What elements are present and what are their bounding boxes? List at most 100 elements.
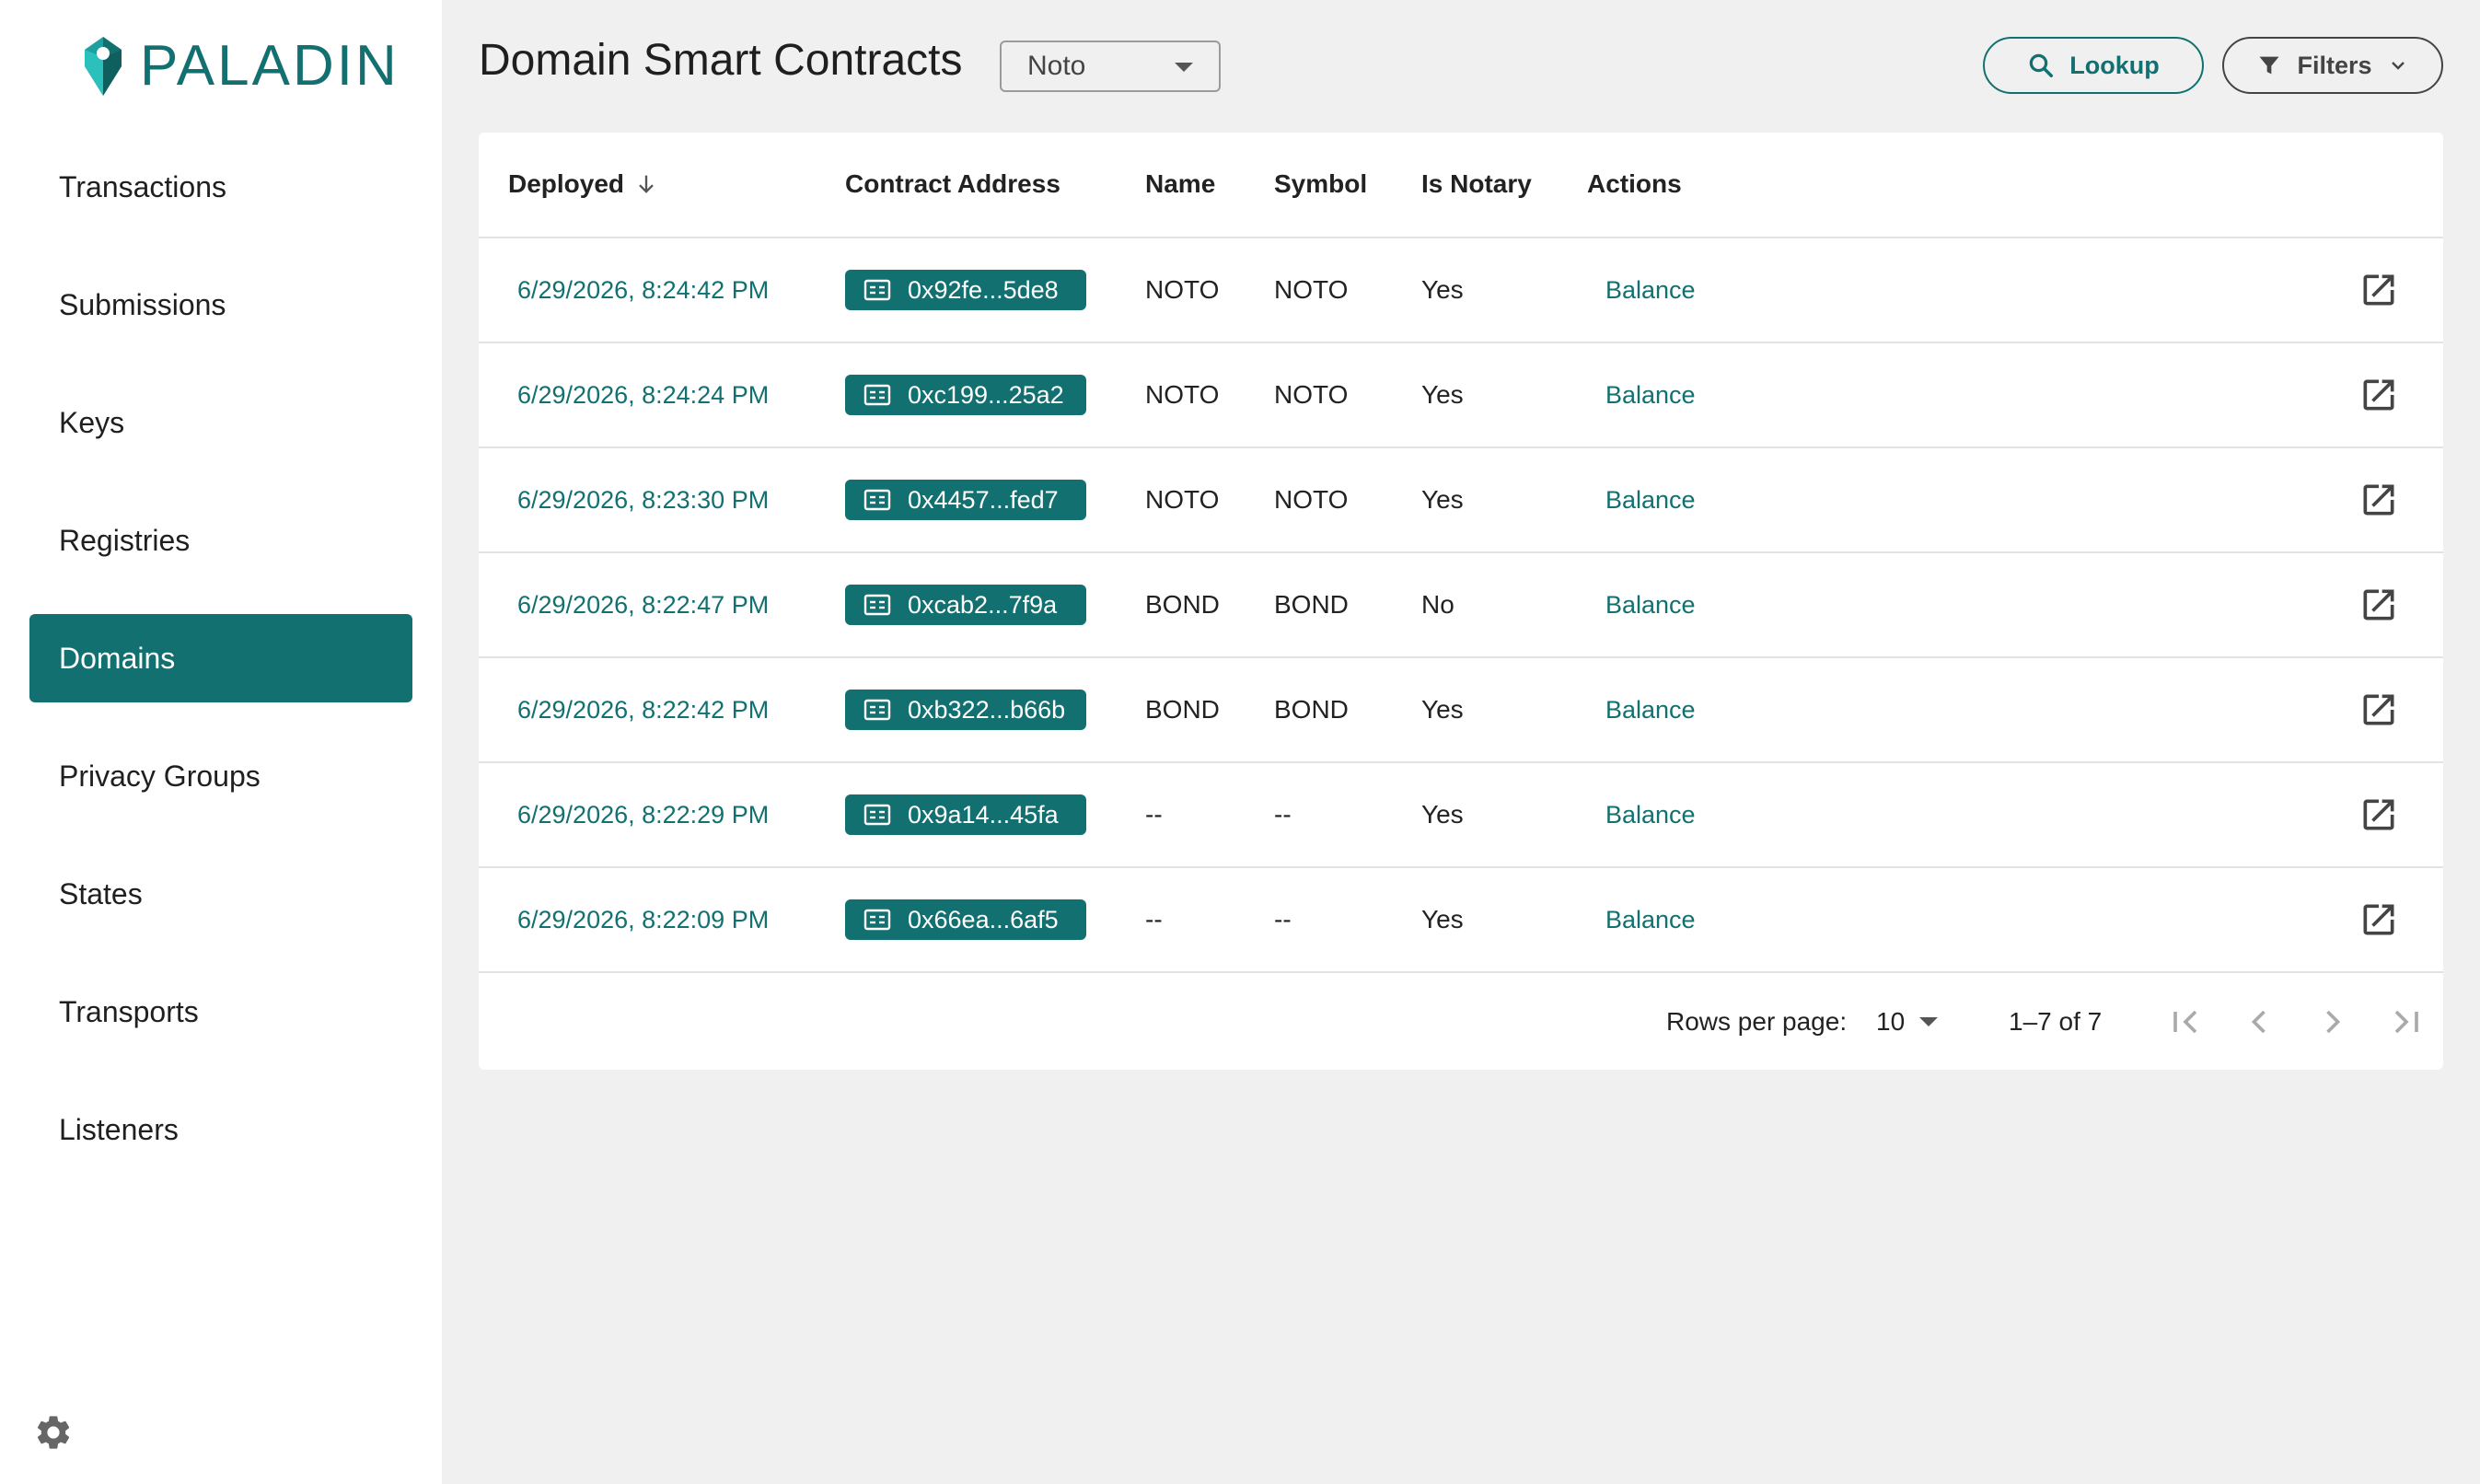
sidebar-item-submissions[interactable]: Submissions — [29, 261, 412, 349]
sidebar-item-listeners[interactable]: Listeners — [29, 1085, 412, 1174]
contract-name: BOND — [1145, 590, 1220, 619]
column-header-name: Name — [1145, 169, 1216, 198]
sidebar-item-states[interactable]: States — [29, 850, 412, 938]
open-in-new-icon[interactable] — [2358, 375, 2399, 415]
contract-address-text: 0x9a14...45fa — [908, 800, 1059, 829]
contract-address-chip[interactable]: 0x92fe...5de8 — [845, 270, 1086, 310]
sidebar-item-privacy-groups[interactable]: Privacy Groups — [29, 732, 412, 820]
id-card-icon — [863, 804, 891, 826]
contract-address-cell: 0xb322...b66b — [845, 658, 1086, 761]
contract-address-chip[interactable]: 0xc199...25a2 — [845, 375, 1086, 415]
contract-address-cell: 0x66ea...6af5 — [845, 868, 1086, 971]
contract-address-chip[interactable]: 0x66ea...6af5 — [845, 899, 1086, 940]
balance-link[interactable]: Balance — [1605, 658, 1696, 761]
column-header-deployed[interactable]: Deployed — [508, 169, 659, 199]
sidebar-item-transports[interactable]: Transports — [29, 968, 412, 1056]
is-notary-value: Yes — [1421, 695, 1464, 724]
caret-down-icon — [1175, 63, 1193, 72]
open-details-cell — [2358, 763, 2399, 866]
balance-link[interactable]: Balance — [1605, 868, 1696, 971]
sidebar: PALADIN Transactions Submissions Keys Re… — [0, 0, 442, 1484]
column-header-is-notary: Is Notary — [1421, 169, 1532, 198]
deployed-timestamp: 6/29/2026, 8:23:30 PM — [517, 485, 770, 514]
paladin-logo-icon — [85, 36, 122, 96]
open-in-new-icon[interactable] — [2358, 585, 2399, 625]
lookup-label: Lookup — [2069, 51, 2160, 79]
lookup-button[interactable]: Lookup — [1983, 37, 2204, 94]
balance-link[interactable]: Balance — [1605, 448, 1696, 551]
open-in-new-icon[interactable] — [2358, 794, 2399, 835]
balance-link[interactable]: Balance — [1605, 343, 1696, 446]
previous-page-icon[interactable] — [2239, 1002, 2279, 1042]
filters-button[interactable]: Filters — [2222, 37, 2443, 94]
brand-logo[interactable]: PALADIN — [81, 33, 400, 99]
caret-down-icon — [1919, 1017, 1939, 1026]
rows-per-page-value: 10 — [1876, 1007, 1906, 1036]
open-in-new-icon[interactable] — [2358, 899, 2399, 940]
contracts-table: Deployed Contract Address Name Symbol Is… — [479, 133, 2443, 1070]
table-row: 6/29/2026, 8:24:42 PM 0x92fe...5de8 NOTO NO… — [479, 238, 2443, 343]
brand-name: PALADIN — [140, 34, 400, 98]
sidebar-item-keys[interactable]: Keys — [29, 378, 412, 467]
chevron-down-icon — [2391, 62, 2405, 70]
is-notary-value: No — [1421, 590, 1454, 619]
contract-address-chip[interactable]: 0x9a14...45fa — [845, 794, 1086, 835]
contract-name: -- — [1145, 905, 1163, 933]
first-page-icon[interactable] — [2165, 1002, 2206, 1042]
open-in-new-icon[interactable] — [2358, 690, 2399, 730]
balance-link[interactable]: Balance — [1605, 238, 1696, 342]
column-header-contract-address: Contract Address — [845, 169, 1060, 198]
pagination-range: 1–7 of 7 — [2009, 1007, 2103, 1036]
balance-link[interactable]: Balance — [1605, 763, 1696, 866]
rows-per-page-label: Rows per page: — [1666, 1007, 1848, 1036]
contract-address-cell: 0xc199...25a2 — [845, 343, 1086, 446]
open-details-cell — [2358, 343, 2399, 446]
table-row: 6/29/2026, 8:22:47 PM 0xcab2...7f9a BOND BO… — [479, 553, 2443, 658]
deployed-timestamp: 6/29/2026, 8:22:09 PM — [517, 905, 770, 933]
open-in-new-icon[interactable] — [2358, 270, 2399, 310]
contract-address-text: 0x92fe...5de8 — [908, 275, 1059, 304]
deployed-timestamp: 6/29/2026, 8:24:42 PM — [517, 275, 770, 304]
sidebar-nav: Transactions Submissions Keys Registries… — [29, 143, 412, 1203]
is-notary-value: Yes — [1421, 275, 1464, 304]
column-header-actions: Actions — [1587, 169, 1682, 198]
pagination: Rows per page: 10 1–7 of 7 — [479, 976, 2443, 1070]
last-page-icon[interactable] — [2386, 1002, 2427, 1042]
search-icon — [2030, 53, 2054, 77]
sidebar-item-registries[interactable]: Registries — [29, 496, 412, 585]
id-card-icon — [863, 909, 891, 931]
next-page-icon[interactable] — [2312, 1002, 2353, 1042]
table-row: 6/29/2026, 8:22:29 PM 0x9a14...45fa -- -- Ye… — [479, 763, 2443, 868]
contract-address-text: 0x4457...fed7 — [908, 485, 1059, 514]
contract-name: NOTO — [1145, 485, 1220, 514]
deployed-timestamp: 6/29/2026, 8:22:42 PM — [517, 695, 770, 724]
gear-icon[interactable] — [33, 1412, 74, 1453]
filter-icon — [2259, 56, 2279, 75]
sort-arrow-down-icon — [639, 175, 654, 193]
contract-address-cell: 0x4457...fed7 — [845, 448, 1086, 551]
contract-address-chip[interactable]: 0x4457...fed7 — [845, 480, 1086, 520]
contract-address-text: 0xc199...25a2 — [908, 380, 1064, 409]
balance-link[interactable]: Balance — [1605, 553, 1696, 656]
table-header: Deployed Contract Address Name Symbol Is… — [479, 133, 2443, 238]
rows-per-page-select[interactable]: 10 — [1876, 1007, 1939, 1037]
id-card-icon — [863, 279, 891, 301]
open-details-cell — [2358, 868, 2399, 971]
domain-select[interactable]: Noto — [1000, 41, 1221, 92]
is-notary-value: Yes — [1421, 905, 1464, 933]
id-card-icon — [863, 384, 891, 406]
table-row: 6/29/2026, 8:22:42 PM 0xb322...b66b BOND BO… — [479, 658, 2443, 763]
sidebar-item-domains[interactable]: Domains — [29, 614, 412, 702]
contract-address-chip[interactable]: 0xb322...b66b — [845, 690, 1086, 730]
id-card-icon — [863, 489, 891, 511]
contract-address-text: 0xcab2...7f9a — [908, 590, 1058, 619]
contract-address-chip[interactable]: 0xcab2...7f9a — [845, 585, 1086, 625]
open-in-new-icon[interactable] — [2358, 480, 2399, 520]
open-details-cell — [2358, 553, 2399, 656]
contract-symbol: NOTO — [1274, 485, 1349, 514]
contract-address-text: 0x66ea...6af5 — [908, 905, 1059, 933]
contract-address-text: 0xb322...b66b — [908, 695, 1066, 724]
sidebar-item-transactions[interactable]: Transactions — [29, 143, 412, 231]
contract-name: NOTO — [1145, 275, 1220, 304]
contract-symbol: -- — [1274, 800, 1292, 829]
